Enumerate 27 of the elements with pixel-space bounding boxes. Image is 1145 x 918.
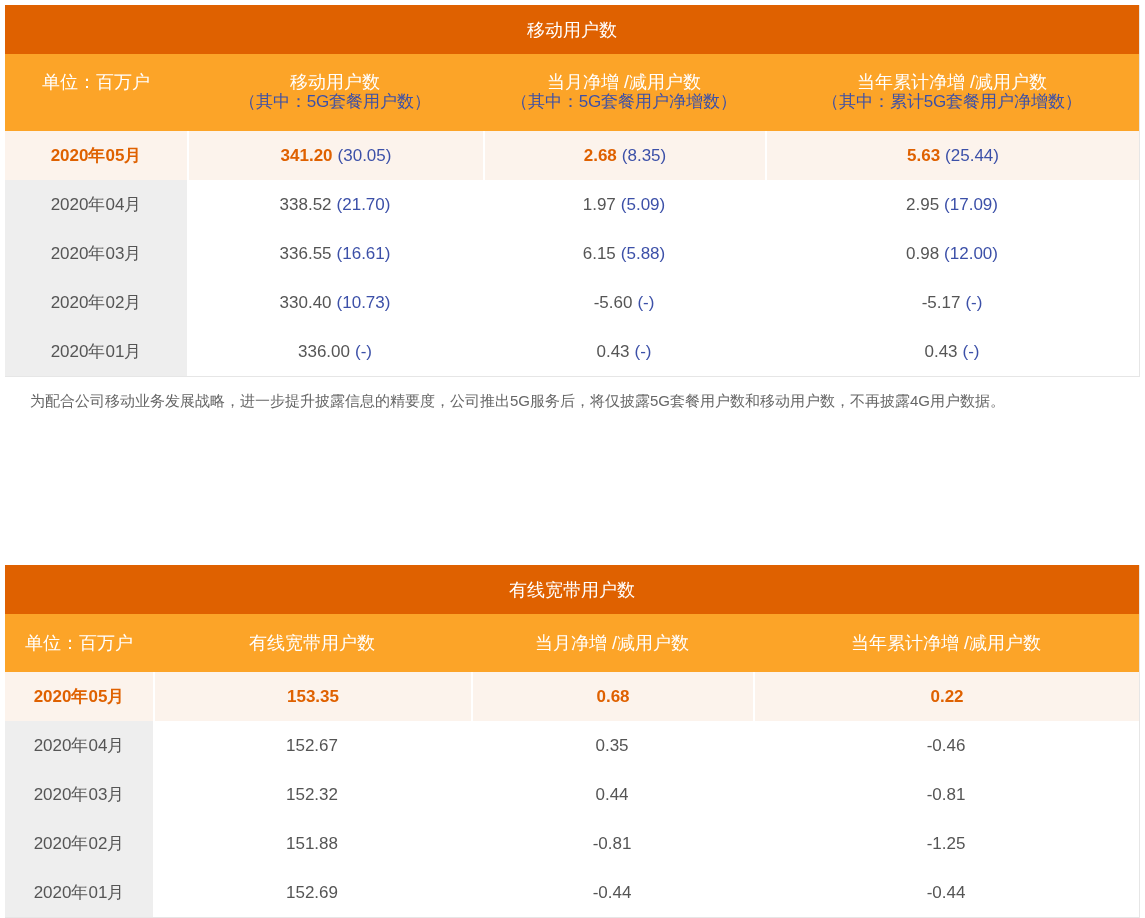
row-header: 2020年01月: [5, 327, 187, 376]
row-header: 2020年03月: [5, 770, 153, 819]
row-header: 2020年04月: [5, 180, 187, 229]
column-header: 单位：百万户: [5, 614, 153, 672]
table-title: 移动用户数: [5, 5, 1139, 54]
column-header: 当月净增 /减用户数: [471, 614, 753, 672]
table-cell: 5.63 (25.44): [765, 131, 1139, 180]
table-cell: 341.20 (30.05): [187, 131, 483, 180]
table-title: 有线宽带用户数: [5, 565, 1139, 614]
column-header: 单位：百万户: [5, 54, 187, 131]
table-cell: 153.35: [153, 672, 471, 721]
row-header: 2020年04月: [5, 721, 153, 770]
row-header: 2020年05月: [5, 131, 187, 180]
footnote: 为配合公司移动业务发展战略，进一步提升披露信息的精要度，公司推出5G服务后，将仅披露5G套餐用户数和移动用户数，不再披露4G用户数据。: [30, 391, 1007, 411]
column-header: 当月净增 /减用户数 （其中：5G套餐用户净增数）: [483, 54, 765, 131]
column-header: 当年累计净增 /减用户数: [753, 614, 1139, 672]
column-header: 移动用户数 （其中：5G套餐用户数）: [187, 54, 483, 131]
row-header: 2020年01月: [5, 868, 153, 917]
column-header: 当年累计净增 /减用户数 （其中：累计5G套餐用户净增数）: [765, 54, 1139, 131]
row-header: 2020年05月: [5, 672, 153, 721]
row-header: 2020年02月: [5, 278, 187, 327]
row-header: 2020年02月: [5, 819, 153, 868]
row-header: 2020年03月: [5, 229, 187, 278]
table-cell: 2.68 (8.35): [483, 131, 765, 180]
table-cell: 0.68: [471, 672, 753, 721]
column-header: 有线宽带用户数: [153, 614, 471, 672]
table-cell: 0.22: [753, 672, 1139, 721]
